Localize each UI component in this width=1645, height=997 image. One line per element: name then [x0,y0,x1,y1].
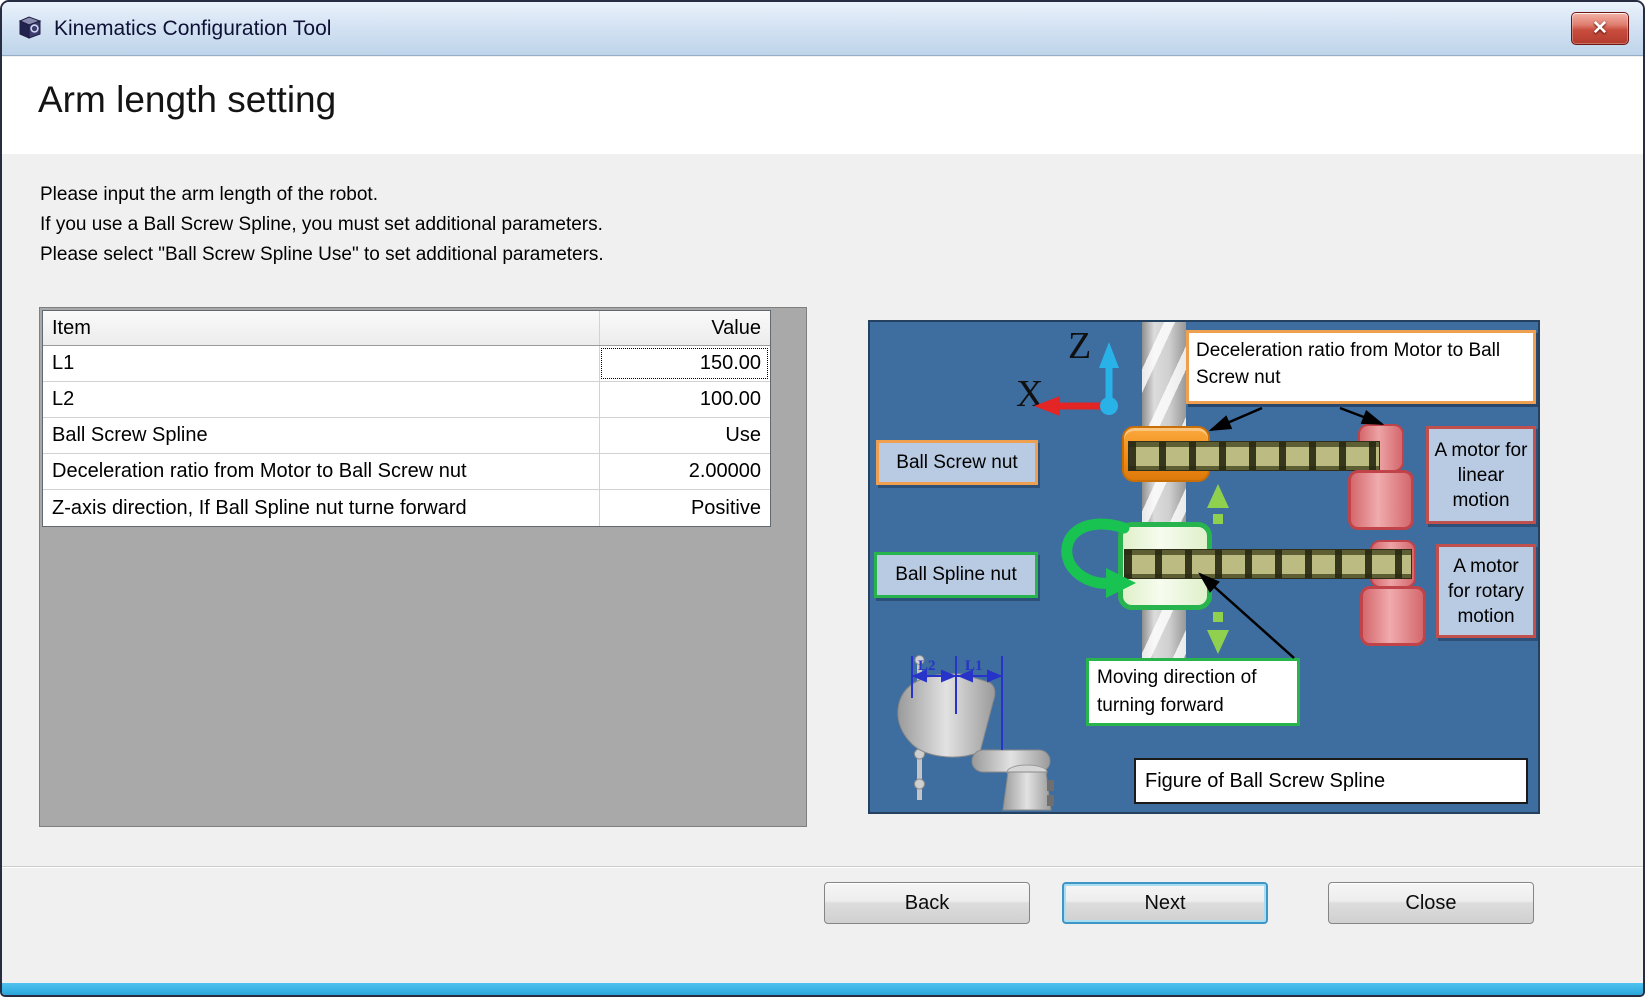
linear-drive-belt [1128,441,1380,471]
dimension-l2-label: L2 [918,658,936,675]
diagram-caption: Figure of Ball Screw Spline [1134,758,1528,804]
value-cell-z-axis-direction[interactable]: Positive [599,490,770,526]
back-button[interactable]: Back [824,882,1030,924]
instruction-line-3: Please select "Ball Screw Spline Use" to… [40,240,604,270]
rotary-drive-belt [1124,549,1412,579]
item-cell-z-axis-direction: Z-axis direction, If Ball Spline nut tur… [43,490,599,526]
dialog-window: Kinematics Configuration Tool ✕ Arm leng… [0,0,1645,997]
z-axis-label: Z [1068,324,1091,368]
value-cell-l2[interactable]: 100.00 [599,382,770,417]
robot-arm-figure [884,652,1084,812]
item-cell-l2: L2 [43,382,599,417]
grid-header-row: Item Value [43,311,770,346]
table-row-l1: L1 150.00 [43,346,770,382]
instructions: Please input the arm length of the robot… [40,180,604,270]
page-header: Arm length setting [2,57,1643,154]
title-bar: Kinematics Configuration Tool ✕ [2,2,1643,56]
dimension-l1-label: L1 [965,658,983,675]
parameter-grid: Item Value L1 150.00 L2 100.00 Ball Scre… [42,310,771,527]
item-cell-deceleration-ratio: Deceleration ratio from Motor to Ball Sc… [43,454,599,489]
column-header-value[interactable]: Value [599,311,770,345]
ball-screw-spline-diagram: Z X L2 [868,320,1540,814]
parameter-grid-panel: Item Value L1 150.00 L2 100.00 Ball Scre… [39,307,807,827]
close-window-button[interactable]: ✕ [1571,12,1629,45]
item-cell-ball-screw-spline: Ball Screw Spline [43,418,599,453]
linear-motor-shape [1348,470,1414,530]
window-title: Kinematics Configuration Tool [54,17,331,41]
close-button[interactable]: Close [1328,882,1534,924]
value-cell-deceleration-ratio[interactable]: 2.00000 [599,454,770,489]
label-motor-linear: A motor for linear motion [1426,426,1536,524]
instruction-line-1: Please input the arm length of the robot… [40,180,604,210]
value-cell-ball-screw-spline[interactable]: Use [599,418,770,453]
rotary-motor-shape [1360,586,1426,646]
table-row-deceleration-ratio: Deceleration ratio from Motor to Ball Sc… [43,454,770,490]
label-ball-spline-nut: Ball Spline nut [874,552,1038,598]
item-cell-l1: L1 [43,346,599,381]
label-motor-rotary: A motor for rotary motion [1436,544,1536,638]
label-deceleration-ratio: Deceleration ratio from Motor to Ball Sc… [1186,330,1536,404]
table-row-ball-screw-spline: Ball Screw Spline Use [43,418,770,454]
instruction-line-2: If you use a Ball Screw Spline, you must… [40,210,604,240]
column-header-item[interactable]: Item [43,311,599,345]
footer-separator [2,866,1643,868]
label-ball-screw-nut: Ball Screw nut [876,440,1038,485]
next-button[interactable]: Next [1062,882,1268,924]
page-title: Arm length setting [2,57,1643,121]
table-row-z-axis-direction: Z-axis direction, If Ball Spline nut tur… [43,490,770,526]
value-cell-l1[interactable]: 150.00 [599,346,770,381]
window-bottom-edge [2,983,1643,995]
app-icon [16,13,43,45]
x-axis-label: X [1016,372,1043,416]
table-row-l2: L2 100.00 [43,382,770,418]
screw-spline-shaft [1142,322,1186,716]
close-icon: ✕ [1592,19,1608,38]
label-moving-direction: Moving direction of turning forward [1086,658,1300,726]
